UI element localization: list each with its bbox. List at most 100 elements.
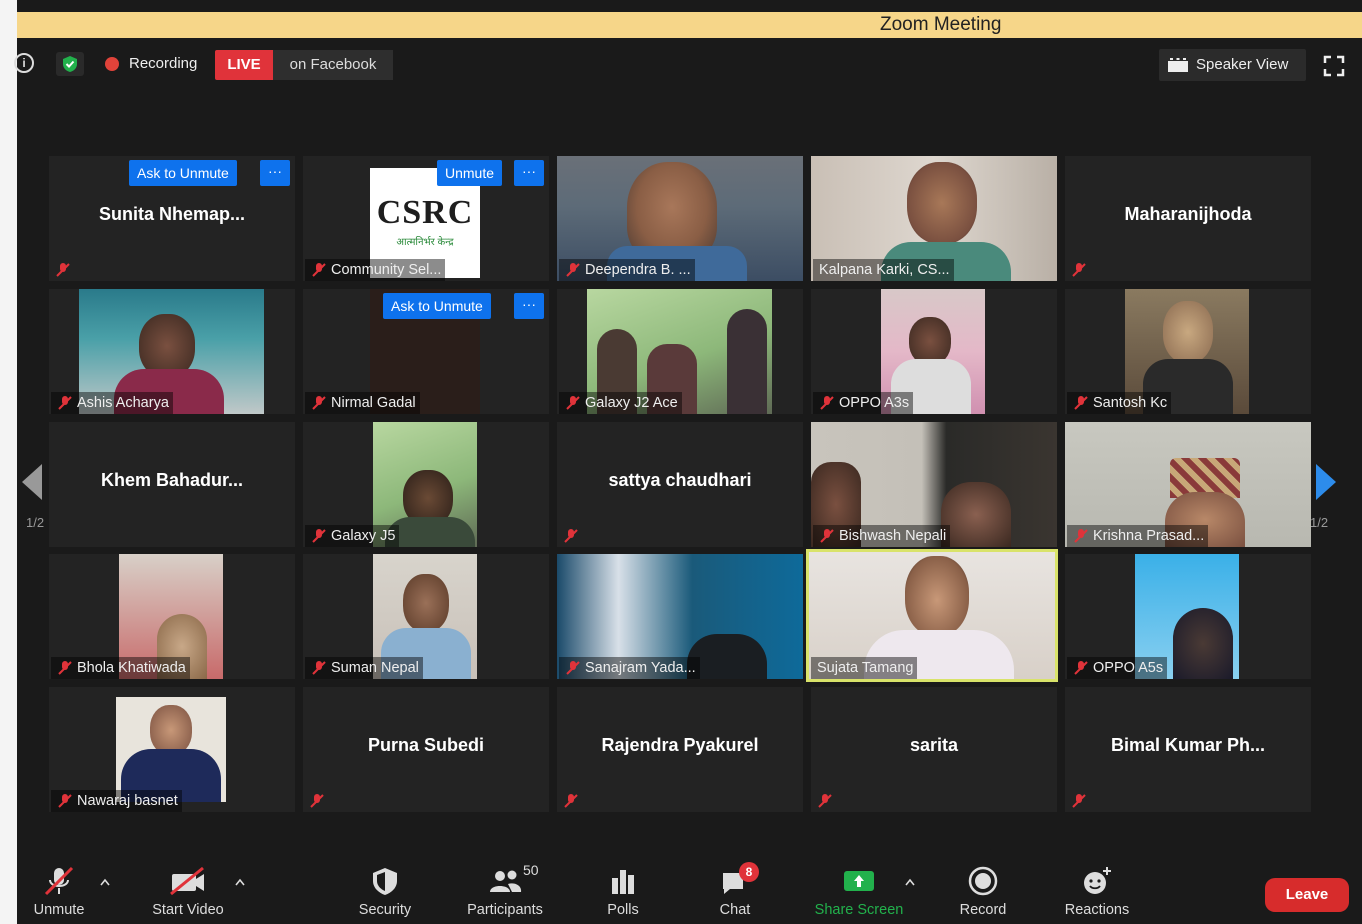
video-tile[interactable]: CSRC आत्मनिर्भर केन्द्र Unmute ··· Commu… bbox=[303, 156, 549, 281]
start-video-button[interactable]: Start Video bbox=[143, 864, 233, 918]
page-indicator-right: 1/2 bbox=[1310, 515, 1329, 530]
recording-indicator[interactable]: Recording bbox=[99, 51, 209, 77]
participants-icon bbox=[490, 870, 522, 892]
participant-name: Rajendra Pyakurel bbox=[601, 735, 759, 755]
video-tile[interactable]: OPPO A3s bbox=[811, 289, 1057, 414]
muted-mic-icon bbox=[1074, 529, 1088, 543]
reactions-button[interactable]: Reactions bbox=[1055, 864, 1139, 918]
ask-to-unmute-button[interactable]: Ask to Unmute bbox=[129, 160, 237, 186]
record-dot-icon bbox=[105, 57, 119, 71]
chat-button[interactable]: 8 Chat bbox=[699, 862, 771, 918]
video-tile[interactable]: Purna Subedi bbox=[303, 687, 549, 812]
video-tile[interactable]: Bhola Khatiwada bbox=[49, 554, 295, 679]
participant-label: Suman Nepal bbox=[305, 657, 423, 679]
video-tile[interactable]: Maharanijhoda bbox=[1065, 156, 1311, 281]
video-tile[interactable]: Suman Nepal bbox=[303, 554, 549, 679]
speaker-view-button[interactable]: Speaker View bbox=[1159, 49, 1306, 81]
video-tile[interactable]: Ashis Acharya bbox=[49, 289, 295, 414]
more-options-button[interactable]: ··· bbox=[514, 293, 544, 319]
participants-count: 50 bbox=[523, 862, 539, 878]
muted-mic-icon bbox=[58, 794, 72, 808]
participant-video bbox=[907, 162, 977, 244]
page-indicator-left: 1/2 bbox=[26, 515, 45, 530]
video-tile[interactable]: Bishwash Nepali bbox=[811, 422, 1057, 547]
video-tile[interactable]: Rajendra Pyakurel bbox=[557, 687, 803, 812]
participant-label: OPPO A5s bbox=[1067, 657, 1168, 679]
muted-mic-icon bbox=[564, 794, 578, 808]
polls-button[interactable]: Polls bbox=[587, 864, 659, 918]
share-screen-icon bbox=[844, 871, 874, 891]
polls-label: Polls bbox=[607, 902, 639, 918]
fullscreen-icon[interactable] bbox=[1323, 55, 1345, 77]
csrc-logo-subtitle: आत्मनिर्भर केन्द्र bbox=[396, 237, 454, 248]
video-tile[interactable]: Nawaraj basnet bbox=[49, 687, 295, 812]
participant-label: Galaxy J2 Ace bbox=[559, 392, 682, 414]
previous-page-arrow-icon[interactable] bbox=[22, 464, 44, 500]
info-icon[interactable]: i bbox=[14, 53, 34, 73]
participant-label: Sujata Tamang bbox=[811, 657, 918, 679]
video-tile[interactable]: Galaxy J2 Ace bbox=[557, 289, 803, 414]
video-tile[interactable]: Khem Bahadur... bbox=[49, 422, 295, 547]
participant-label: Deependra B. ... bbox=[559, 259, 695, 281]
reactions-smiley-icon bbox=[1084, 867, 1111, 894]
meeting-toolbar: Unmute Start Video Security 50 Participa… bbox=[17, 856, 1362, 924]
speaker-view-label: Speaker View bbox=[1196, 56, 1289, 73]
muted-mic-icon bbox=[564, 529, 578, 543]
unmute-button[interactable]: Unmute bbox=[23, 864, 95, 918]
video-tile[interactable]: Bimal Kumar Ph... bbox=[1065, 687, 1311, 812]
more-options-button[interactable]: ··· bbox=[260, 160, 290, 186]
polls-bar-chart-icon bbox=[612, 870, 634, 894]
live-destination[interactable]: on Facebook bbox=[273, 50, 393, 80]
chat-label: Chat bbox=[719, 902, 751, 918]
leave-button[interactable]: Leave bbox=[1265, 878, 1349, 912]
muted-mic-icon bbox=[58, 396, 72, 410]
participant-name: Purna Subedi bbox=[367, 735, 484, 755]
video-options-caret-icon[interactable] bbox=[235, 878, 245, 886]
audio-options-caret-icon[interactable] bbox=[100, 878, 110, 886]
video-tile[interactable]: Kalpana Karki, CS... bbox=[811, 156, 1057, 281]
video-tile[interactable]: sarita bbox=[811, 687, 1057, 812]
video-tile[interactable]: Galaxy J5 bbox=[303, 422, 549, 547]
video-tile[interactable]: Sanajram Yada... bbox=[557, 554, 803, 679]
title-bar: Zoom Meeting bbox=[17, 12, 1362, 38]
participant-video-person bbox=[941, 482, 1011, 547]
muted-mic-icon bbox=[566, 263, 580, 277]
unmute-label: Unmute bbox=[33, 902, 85, 918]
recording-label: Recording bbox=[129, 55, 198, 72]
participant-label: Bhola Khatiwada bbox=[51, 657, 190, 679]
security-button[interactable]: Security bbox=[349, 864, 421, 918]
muted-mic-icon bbox=[58, 661, 72, 675]
active-speaker-tile[interactable]: Sujata Tamang bbox=[806, 549, 1058, 682]
security-shield-icon bbox=[373, 868, 397, 895]
reactions-label: Reactions bbox=[1064, 902, 1130, 918]
participant-name: sattya chaudhari bbox=[608, 470, 752, 490]
participants-button[interactable]: 50 Participants bbox=[457, 862, 553, 918]
unmute-button[interactable]: Unmute bbox=[437, 160, 503, 186]
start-video-label: Start Video bbox=[152, 902, 224, 918]
muted-mic-icon bbox=[310, 794, 324, 808]
muted-mic-icon bbox=[566, 396, 580, 410]
video-tile[interactable]: OPPO A5s bbox=[1065, 554, 1311, 679]
video-tile[interactable]: Deependra B. ... bbox=[557, 156, 803, 281]
record-button[interactable]: Record bbox=[947, 864, 1019, 918]
muted-mic-icon bbox=[312, 263, 326, 277]
participant-name: Khem Bahadur... bbox=[100, 470, 244, 490]
muted-mic-icon bbox=[1074, 396, 1088, 410]
video-tile[interactable]: Sunita Nhemap... Ask to Unmute ··· bbox=[49, 156, 295, 281]
next-page-arrow-icon[interactable] bbox=[1314, 464, 1336, 500]
more-options-button[interactable]: ··· bbox=[514, 160, 544, 186]
share-options-caret-icon[interactable] bbox=[905, 878, 915, 886]
share-screen-button[interactable]: Share Screen bbox=[809, 864, 909, 918]
participant-label: Galaxy J5 bbox=[305, 525, 400, 547]
ask-to-unmute-button[interactable]: Ask to Unmute bbox=[383, 293, 491, 319]
encryption-shield-icon[interactable] bbox=[56, 52, 84, 76]
chat-unread-badge: 8 bbox=[739, 862, 759, 882]
video-tile[interactable]: Krishna Prasad... bbox=[1065, 422, 1311, 547]
participant-label: Krishna Prasad... bbox=[1067, 525, 1209, 547]
participant-label: Community Sel... bbox=[305, 259, 446, 281]
video-tile[interactable]: Ask to Unmute ··· Nirmal Gadal bbox=[303, 289, 549, 414]
participant-name: Bimal Kumar Ph... bbox=[1110, 735, 1266, 755]
video-tile[interactable]: Santosh Kc bbox=[1065, 289, 1311, 414]
video-tile[interactable]: sattya chaudhari bbox=[557, 422, 803, 547]
live-badge[interactable]: LIVE bbox=[215, 50, 273, 80]
